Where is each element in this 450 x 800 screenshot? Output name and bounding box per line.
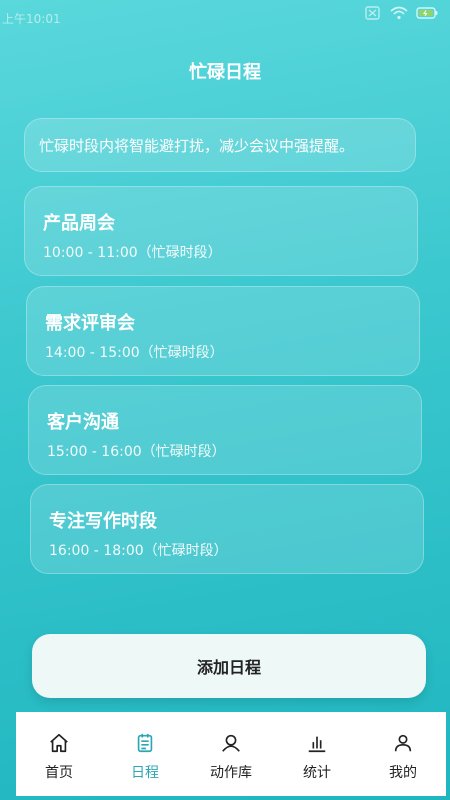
schedule-time: 14:00 - 15:00（忙碌时段） bbox=[45, 345, 224, 361]
bottom-tab-bar: 首页 日程 动作库 统计 我的 bbox=[16, 712, 446, 796]
schedule-card[interactable]: 产品周会 10:00 - 11:00（忙碌时段） bbox=[24, 186, 418, 276]
calendar-icon bbox=[137, 733, 153, 753]
add-schedule-button[interactable]: 添加日程 bbox=[32, 634, 426, 698]
status-time: 上午10:01 bbox=[2, 12, 61, 26]
schedule-screen: 上午10:01 忙碌日程 忙碌时段内将智能避打扰，减少会议中强提醒。 产品周会 bbox=[0, 0, 450, 800]
schedule-card[interactable]: 专注写作时段 16:00 - 18:00（忙碌时段） bbox=[30, 484, 424, 574]
tab-home[interactable]: 首页 bbox=[16, 712, 102, 782]
tab-schedule[interactable]: 日程 bbox=[102, 712, 188, 782]
tab-label: 首页 bbox=[45, 765, 73, 781]
schedule-time: 16:00 - 18:00（忙碌时段） bbox=[49, 543, 228, 559]
battery-icon bbox=[416, 7, 438, 19]
person-arc-icon bbox=[222, 734, 240, 752]
status-icons bbox=[364, 6, 438, 20]
busy-notice-banner: 忙碌时段内将智能避打扰，减少会议中强提醒。 bbox=[24, 118, 416, 172]
tab-label: 日程 bbox=[131, 765, 159, 781]
schedule-title: 产品周会 bbox=[43, 213, 115, 234]
tab-label: 动作库 bbox=[210, 765, 252, 781]
schedule-card[interactable]: 需求评审会 14:00 - 15:00（忙碌时段） bbox=[26, 286, 420, 376]
notice-text: 忙碌时段内将智能避打扰，减少会议中强提醒。 bbox=[39, 136, 355, 155]
tab-statistics[interactable]: 统计 bbox=[274, 712, 360, 782]
tab-label: 我的 bbox=[389, 765, 417, 781]
schedule-title: 专注写作时段 bbox=[49, 511, 157, 532]
bar-chart-icon bbox=[308, 736, 326, 753]
page-title: 忙碌日程 bbox=[189, 62, 261, 83]
schedule-title: 需求评审会 bbox=[45, 313, 135, 334]
tab-action-library[interactable]: 动作库 bbox=[188, 712, 274, 782]
tab-profile[interactable]: 我的 bbox=[360, 712, 446, 782]
wifi-icon bbox=[390, 6, 408, 20]
schedule-card[interactable]: 客户沟通 15:00 - 16:00（忙碌时段） bbox=[28, 385, 422, 475]
schedule-title: 客户沟通 bbox=[47, 412, 119, 433]
profile-icon bbox=[394, 734, 412, 752]
home-icon bbox=[50, 733, 68, 753]
sim-off-icon bbox=[365, 6, 380, 20]
schedule-time: 10:00 - 11:00（忙碌时段） bbox=[43, 245, 222, 261]
status-bar: 上午10:01 bbox=[0, 0, 450, 34]
schedule-time: 15:00 - 16:00（忙碌时段） bbox=[47, 444, 226, 460]
tab-label: 统计 bbox=[303, 765, 331, 781]
